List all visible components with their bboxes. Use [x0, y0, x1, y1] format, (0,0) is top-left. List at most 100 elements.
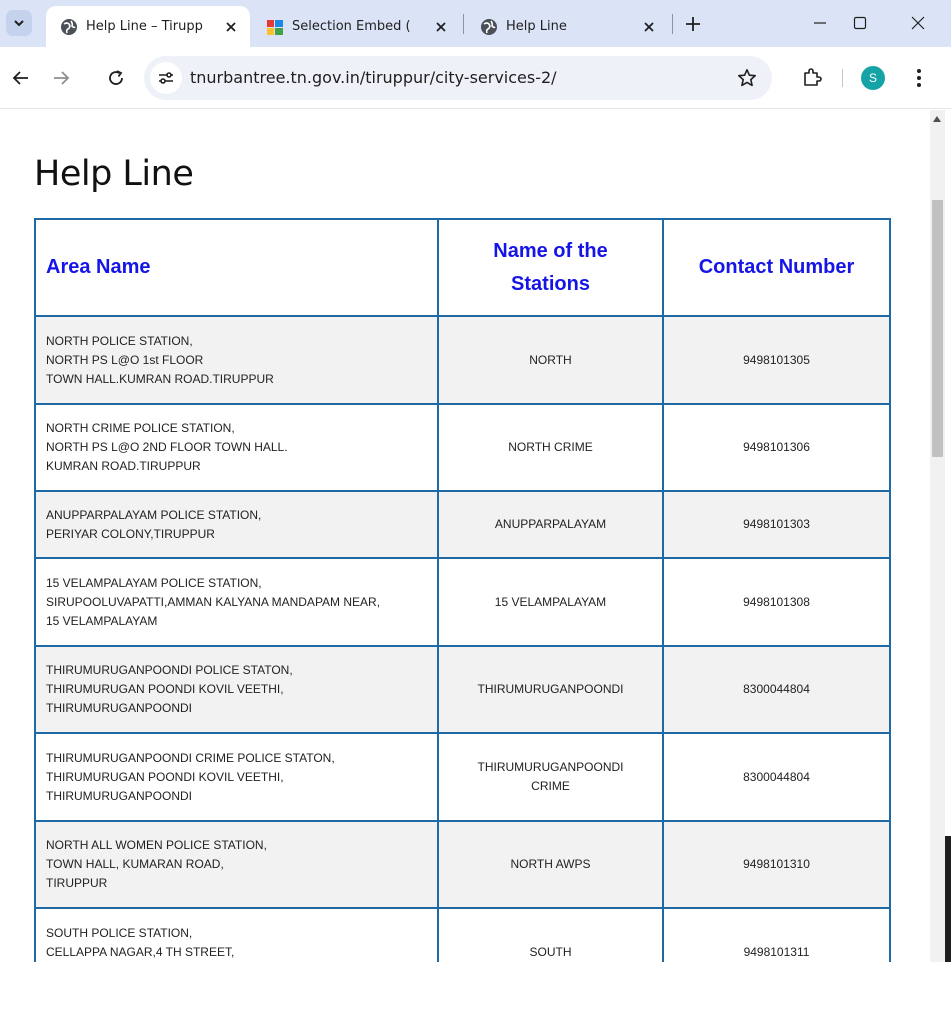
table-header-row: Area Name Name of the Stations Contact N… [34, 218, 891, 317]
contact-cell: 9498101305 [662, 315, 891, 405]
station-cell: SOUTH [437, 907, 664, 962]
arrow-right-icon [54, 71, 70, 85]
globe-icon [60, 18, 78, 36]
puzzle-icon [804, 68, 822, 86]
table-row: THIRUMURUGANPOONDI POLICE STATON, THIRUM… [34, 645, 891, 734]
close-tab-icon[interactable] [432, 18, 450, 36]
close-icon [911, 16, 925, 30]
minimize-button[interactable] [798, 8, 842, 38]
station-cell: NORTH AWPS [437, 820, 664, 909]
toolbar-divider [842, 69, 843, 87]
area-cell: 15 VELAMPALAYAM POLICE STATION, SIRUPOOL… [34, 557, 439, 647]
address-line: THIRUMURUGANPOONDI POLICE STATON, [46, 663, 293, 677]
reload-icon [109, 70, 123, 85]
page-viewport: Help Line Area Name Name of the Stations… [0, 110, 930, 962]
station-cell: NORTH CRIME [437, 403, 664, 492]
area-cell: THIRUMURUGANPOONDI POLICE STATON, THIRUM… [34, 645, 439, 734]
site-info-button[interactable] [150, 62, 182, 94]
address-line: 15 VELAMPALAYAM POLICE STATION, [46, 575, 262, 590]
contact-cell: 9498101310 [662, 820, 891, 909]
tab-separator [672, 14, 673, 34]
reload-button[interactable] [101, 63, 131, 93]
station-name: NORTH [529, 352, 572, 367]
url-text[interactable]: tnurbantree.tn.gov.in/tiruppur/city-serv… [190, 68, 557, 87]
tab-selection-embed[interactable]: Selection Embed ( [252, 6, 460, 47]
new-tab-button[interactable] [681, 12, 705, 36]
table-row: THIRUMURUGANPOONDI CRIME POLICE STATON, … [34, 732, 891, 822]
page-scrollbar[interactable] [930, 110, 945, 962]
station-cell: ANUPPARPALAYAM [437, 490, 664, 559]
area-cell: NORTH ALL WOMEN POLICE STATION, TOWN HAL… [34, 820, 439, 909]
extensions-button[interactable] [798, 63, 826, 91]
close-tab-icon[interactable] [640, 18, 658, 36]
station-cell: THIRUMURUGANPOONDI [437, 645, 664, 734]
contact-cell: 8300044804 [662, 732, 891, 822]
area-cell: NORTH POLICE STATION, NORTH PS L@O 1st F… [34, 315, 439, 405]
forward-button[interactable] [46, 63, 76, 93]
station-cell: THIRUMURUGANPOONDI CRIME [437, 732, 664, 822]
address-line: THIRUMURUGAN POONDI KOVIL VEETHI, [46, 769, 284, 784]
address-line [46, 962, 437, 963]
back-button[interactable] [6, 63, 36, 93]
minimize-icon [814, 22, 826, 24]
contact-cell: 9498101303 [662, 490, 891, 559]
address-line: NORTH CRIME POLICE STATION, [46, 421, 235, 435]
profile-avatar[interactable]: S [861, 66, 885, 90]
address-line: TOWN HALL.KUMRAN ROAD.TIRUPPUR [46, 371, 274, 386]
header-area-name: Area Name [34, 218, 439, 317]
tune-icon [159, 72, 173, 84]
window-edge [945, 836, 951, 962]
contact-cell: 9498101306 [662, 403, 891, 492]
table-row: NORTH ALL WOMEN POLICE STATION, TOWN HAL… [34, 820, 891, 909]
tab-help-line-tiruppur[interactable]: Help Line – Tirupp [46, 6, 250, 47]
maximize-button[interactable] [838, 8, 882, 38]
plus-icon [686, 17, 700, 31]
station-name: SOUTH [529, 944, 572, 959]
area-cell: SOUTH POLICE STATION, CELLAPPA NAGAR,4 T… [34, 907, 439, 963]
contact-cell: 8300044804 [662, 645, 891, 734]
table-row: ANUPPARPALAYAM POLICE STATION, PERIYAR C… [34, 490, 891, 559]
scroll-thumb[interactable] [932, 200, 943, 457]
address-line: 15 VELAMPALAYAM [46, 613, 158, 628]
address-line: TIRUPPUR [46, 876, 108, 890]
close-window-button[interactable] [896, 8, 940, 38]
tab-search-button[interactable] [6, 10, 32, 36]
browser-menu-button[interactable] [907, 63, 931, 93]
more-vert-icon [917, 69, 921, 87]
maximize-icon [853, 16, 867, 30]
table-row: NORTH CRIME POLICE STATION, NORTH PS L@O… [34, 403, 891, 492]
tab-help-line[interactable]: Help Line [466, 6, 668, 47]
chevron-down-icon [14, 20, 24, 27]
station-name: THIRUMURUGANPOONDI [477, 682, 624, 696]
table-row: SOUTH POLICE STATION, CELLAPPA NAGAR,4 T… [34, 907, 891, 963]
header-station-line: Stations [511, 272, 590, 295]
address-line: THIRUMURUGAN POONDI KOVIL VEETHI, [46, 682, 284, 696]
table-row: NORTH POLICE STATION, NORTH PS L@O 1st F… [34, 315, 891, 405]
tab-separator [463, 14, 464, 34]
station-name: CRIME [531, 779, 570, 793]
header-station-line: Name of the [493, 239, 608, 262]
globe-icon [480, 18, 498, 36]
station-name: NORTH AWPS [510, 857, 591, 871]
tab-title: Help Line [506, 19, 567, 34]
address-line: NORTH PS L@O 1st FLOOR [46, 352, 204, 367]
area-cell: NORTH CRIME POLICE STATION, NORTH PS L@O… [34, 403, 439, 492]
address-line: SOUTH POLICE STATION, [46, 925, 193, 940]
tab-title: Selection Embed ( [292, 19, 411, 34]
address-line: TOWN HALL, KUMARAN ROAD, [46, 857, 224, 871]
close-tab-icon[interactable] [222, 18, 240, 36]
bookmark-button[interactable] [736, 67, 758, 89]
scroll-up-arrow-icon[interactable] [933, 116, 941, 122]
arrow-left-icon [12, 71, 28, 85]
address-line: SIRUPOOLUVAPATTI,AMMAN KALYANA MANDAPAM … [46, 594, 381, 609]
address-line: NORTH POLICE STATION, [46, 333, 193, 348]
station-name: THIRUMURUGANPOONDI [477, 760, 624, 774]
contact-cell: 9498101308 [662, 557, 891, 647]
address-line: CELLAPPA NAGAR,4 TH STREET, [46, 944, 235, 959]
address-line: PERIYAR COLONY,TIRUPPUR [46, 526, 215, 541]
header-station-name: Name of the Stations [437, 218, 664, 317]
browser-toolbar: tnurbantree.tn.gov.in/tiruppur/city-serv… [0, 47, 951, 109]
header-contact-number: Contact Number [662, 218, 891, 317]
address-line: THIRUMURUGANPOONDI [46, 788, 192, 803]
address-bar[interactable]: tnurbantree.tn.gov.in/tiruppur/city-serv… [144, 56, 772, 100]
